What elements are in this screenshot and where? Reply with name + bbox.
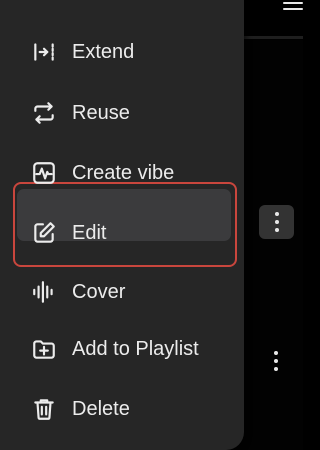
kebab-dot: [274, 351, 278, 355]
top-divider: [236, 36, 303, 39]
more-options-button[interactable]: [266, 346, 286, 376]
hamburger-menu-icon[interactable]: [283, 0, 303, 14]
menu-item-add-to-playlist[interactable]: Add to Playlist: [30, 329, 199, 369]
trash-icon: [30, 395, 58, 423]
extend-icon: [30, 38, 58, 66]
menu-item-label: Create vibe: [72, 161, 175, 184]
context-menu: Extend Reuse Create vibe Edit Cover Add …: [0, 0, 244, 450]
edit-icon: [30, 219, 58, 247]
app-screen: Extend Reuse Create vibe Edit Cover Add …: [0, 0, 303, 450]
kebab-dot: [274, 220, 279, 224]
menu-item-label: Add to Playlist: [72, 337, 199, 360]
menu-item-label: Reuse: [72, 101, 130, 124]
add-to-playlist-icon: [30, 335, 58, 363]
menu-item-label: Delete: [72, 397, 130, 420]
kebab-dot: [274, 359, 278, 363]
kebab-dot: [274, 367, 278, 371]
kebab-dot: [274, 228, 279, 232]
waveform-icon: [30, 159, 58, 187]
menu-item-edit[interactable]: Edit: [30, 213, 106, 253]
menu-item-reuse[interactable]: Reuse: [30, 93, 130, 133]
menu-item-extend[interactable]: Extend: [30, 32, 134, 72]
audio-bars-icon: [30, 278, 58, 306]
reuse-icon: [30, 99, 58, 127]
more-options-button-active[interactable]: [259, 205, 294, 239]
kebab-dot: [274, 212, 279, 216]
menu-item-delete[interactable]: Delete: [30, 389, 130, 429]
menu-item-cover[interactable]: Cover: [30, 272, 125, 312]
menu-item-label: Edit: [72, 221, 107, 244]
menu-item-create-vibe[interactable]: Create vibe: [30, 153, 174, 193]
menu-item-label: Cover: [72, 280, 126, 303]
menu-item-label: Extend: [72, 40, 135, 63]
